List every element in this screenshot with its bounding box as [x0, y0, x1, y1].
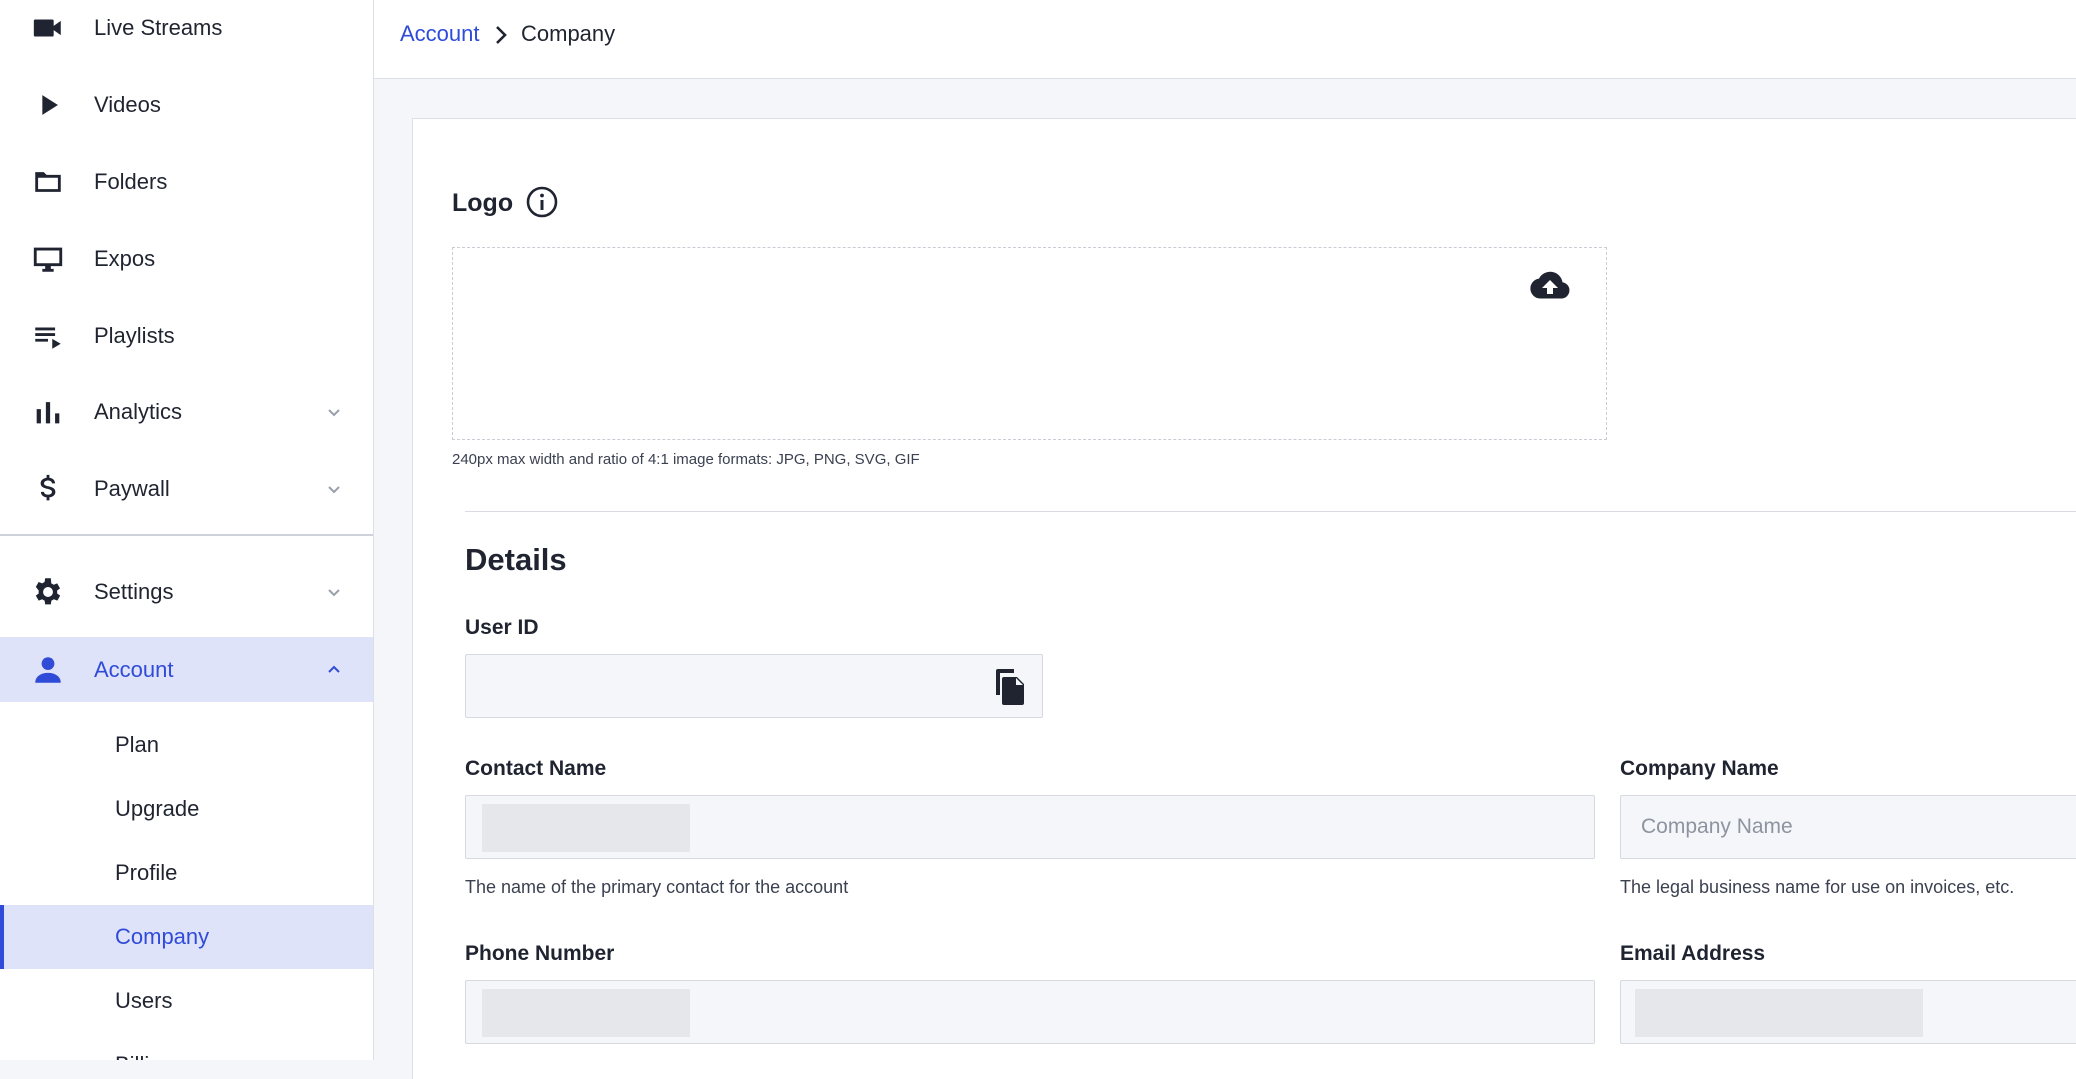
playlist-icon [30, 318, 66, 354]
details-section-title: Details [465, 542, 567, 577]
sidebar-item-label: Account [94, 656, 174, 682]
sidebar-item-videos[interactable]: Videos [0, 73, 373, 137]
sidebar-item-label: Paywall [94, 476, 170, 501]
email-address-field[interactable] [1620, 980, 2076, 1044]
sidebar-subitem-upgrade[interactable]: Upgrade [0, 777, 373, 841]
gear-icon [30, 574, 66, 610]
folder-icon [30, 164, 66, 200]
user-id-field[interactable] [465, 654, 1043, 718]
sidebar-subitem-label: Users [115, 988, 173, 1013]
company-settings-card: Logo 240px max width and ratio of 4:1 im… [412, 118, 2076, 1079]
contact-name-label: Contact Name [465, 757, 607, 780]
sidebar-subitem-label: Company [115, 924, 210, 949]
sidebar-item-label: Videos [94, 92, 161, 117]
sidebar-subitem-company[interactable]: Company [0, 905, 373, 969]
email-address-label: Email Address [1620, 942, 1766, 965]
sidebar-subitem-plan[interactable]: Plan [0, 713, 373, 777]
chevron-down-icon [324, 582, 344, 602]
sidebar-item-analytics[interactable]: Analytics [0, 380, 373, 444]
sidebar-item-label: Expos [94, 246, 156, 271]
sidebar-subitem-label: Upgrade [115, 796, 200, 821]
sidebar-subitem-label: Profile [115, 860, 178, 885]
email-address-input[interactable] [1621, 981, 2076, 1043]
contact-name-input[interactable] [466, 796, 1594, 858]
chevron-down-icon [324, 402, 344, 422]
phone-number-field[interactable] [465, 980, 1595, 1044]
phone-number-label: Phone Number [465, 942, 615, 965]
cloud-upload-icon[interactable] [1529, 270, 1571, 302]
video-camera-icon [30, 10, 66, 46]
logo-section-title: Logo [452, 189, 514, 217]
section-divider [465, 511, 2076, 512]
copy-icon[interactable] [992, 667, 1026, 705]
contact-name-field[interactable] [465, 795, 1595, 859]
sidebar-item-folders[interactable]: Folders [0, 150, 373, 214]
sidebar-item-label: Folders [94, 169, 168, 194]
breadcrumb-account-link[interactable]: Account [400, 21, 480, 47]
chevron-right-icon [492, 24, 510, 46]
chevron-up-icon [324, 660, 344, 680]
sidebar-item-label: Live Streams [94, 15, 223, 40]
user-id-input[interactable] [466, 655, 1042, 717]
sidebar-item-label: Analytics [94, 399, 183, 424]
sidebar-item-settings[interactable]: Settings [0, 560, 373, 624]
info-icon[interactable] [525, 185, 559, 219]
sidebar-subitem-label: Plan [115, 732, 160, 757]
sidebar-item-live-streams[interactable]: Live Streams [0, 0, 373, 60]
play-icon [30, 87, 66, 123]
logo-upload-dropzone[interactable] [452, 247, 1607, 440]
bar-chart-icon [30, 394, 66, 430]
sidebar-item-paywall[interactable]: Paywall [0, 457, 373, 521]
sidebar-divider [0, 534, 373, 536]
person-icon [30, 652, 66, 688]
chevron-down-icon [324, 479, 344, 499]
phone-number-input[interactable] [466, 981, 1594, 1043]
contact-name-helper: The name of the primary contact for the … [465, 877, 849, 897]
company-name-label: Company Name [1620, 757, 1779, 780]
monitor-icon [30, 241, 66, 277]
sidebar: Live Streams Videos Folders Expos Playli… [0, 0, 374, 1060]
sidebar-item-label: Settings [94, 579, 174, 604]
sidebar-subitem-profile[interactable]: Profile [0, 841, 373, 905]
breadcrumb-current: Company [521, 21, 616, 46]
dollar-icon [30, 471, 66, 507]
sidebar-subitem-users[interactable]: Users [0, 969, 373, 1033]
logo-upload-hint: 240px max width and ratio of 4:1 image f… [452, 451, 920, 468]
sidebar-item-playlists[interactable]: Playlists [0, 304, 373, 368]
sidebar-item-account[interactable]: Account [0, 637, 373, 702]
sidebar-item-expos[interactable]: Expos [0, 227, 373, 291]
user-id-label: User ID [465, 616, 539, 639]
company-name-field[interactable] [1620, 795, 2076, 859]
sidebar-subitem-billing[interactable]: Billing [0, 1033, 373, 1060]
company-name-helper: The legal business name for use on invoi… [1620, 877, 2015, 897]
sidebar-subitem-label: Billing [115, 1052, 174, 1060]
breadcrumb: Account Company [374, 0, 2076, 79]
company-name-input[interactable] [1621, 796, 2076, 858]
sidebar-item-label: Playlists [94, 323, 175, 348]
